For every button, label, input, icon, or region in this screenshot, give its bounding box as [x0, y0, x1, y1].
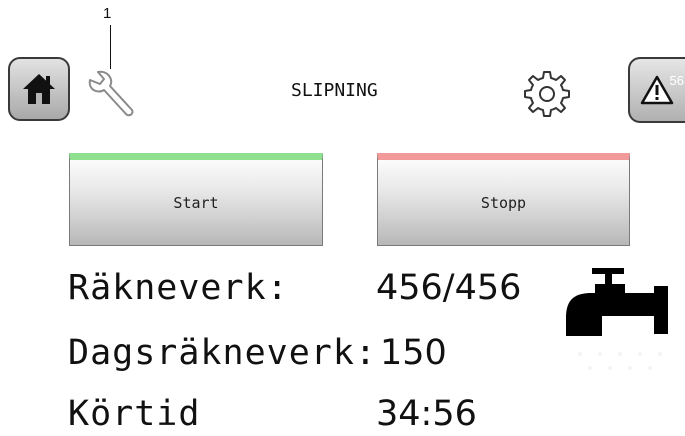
stop-button[interactable]: Stopp [377, 153, 630, 246]
callout-line [110, 25, 111, 69]
water-tap-icon [566, 268, 668, 336]
counter-label: Räkneverk: [68, 268, 289, 308]
wrench-icon[interactable] [84, 70, 140, 120]
day-counter-label: Dagsräkneverk: [68, 333, 378, 373]
drip-pattern [578, 352, 662, 370]
runtime-value: 34:56 [376, 394, 477, 434]
alarm-button[interactable]: 56 [628, 57, 685, 123]
counter-value: 456/456 [376, 268, 522, 308]
callout-number: 1 [103, 5, 112, 22]
page-title: SLIPNING [291, 80, 378, 101]
runtime-label: Körtid [68, 394, 201, 434]
home-icon [23, 74, 55, 104]
day-counter-value: 150 [380, 333, 447, 373]
start-button[interactable]: Start [69, 153, 323, 246]
alarm-count: 56 [669, 73, 684, 88]
gear-icon[interactable] [522, 69, 572, 119]
home-button[interactable] [8, 57, 70, 121]
